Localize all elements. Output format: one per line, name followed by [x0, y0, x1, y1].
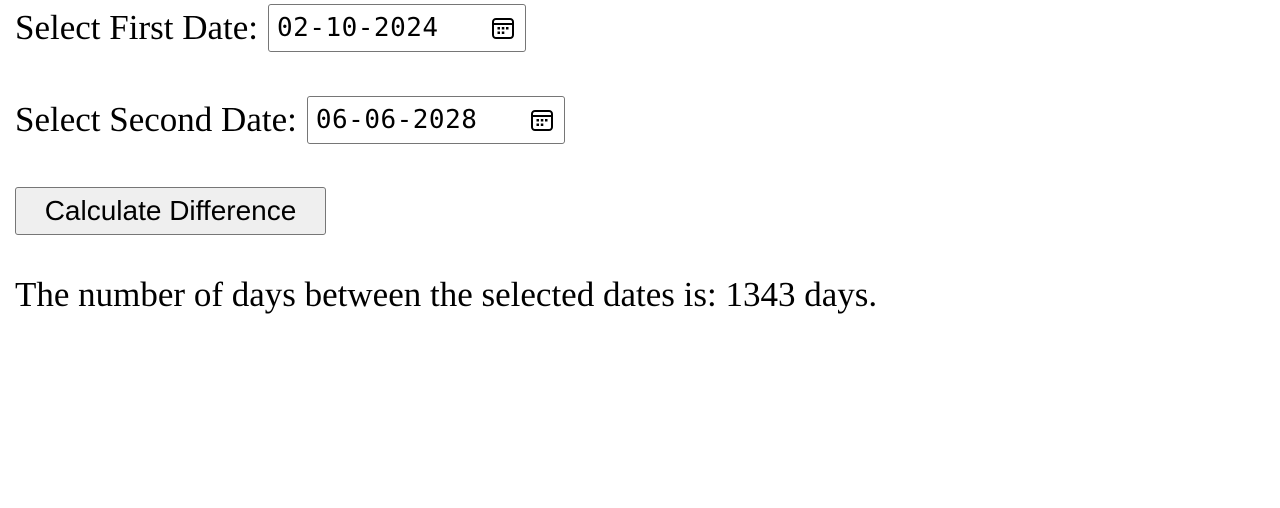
second-date-value[interactable]: 06-06-2028 [316, 105, 528, 135]
second-date-label: Select Second Date: [15, 100, 297, 139]
date-difference-page: Select First Date: 02-10-2024 Select Sec… [0, 0, 1280, 508]
first-date-input[interactable]: 02-10-2024 [268, 4, 527, 52]
button-row: Calculate Difference [15, 187, 326, 235]
first-date-value[interactable]: 02-10-2024 [277, 13, 489, 43]
calculate-difference-button[interactable]: Calculate Difference [15, 187, 326, 235]
first-date-row: Select First Date: 02-10-2024 [15, 4, 527, 52]
calendar-icon[interactable] [489, 14, 517, 42]
first-date-label: Select First Date: [15, 8, 259, 47]
second-date-input[interactable]: 06-06-2028 [306, 96, 565, 144]
second-date-row: Select Second Date: 06-06-2028 [15, 96, 565, 144]
result-row: The number of days between the selected … [15, 271, 877, 319]
calendar-icon[interactable] [528, 106, 556, 134]
result-text: The number of days between the selected … [15, 275, 878, 314]
